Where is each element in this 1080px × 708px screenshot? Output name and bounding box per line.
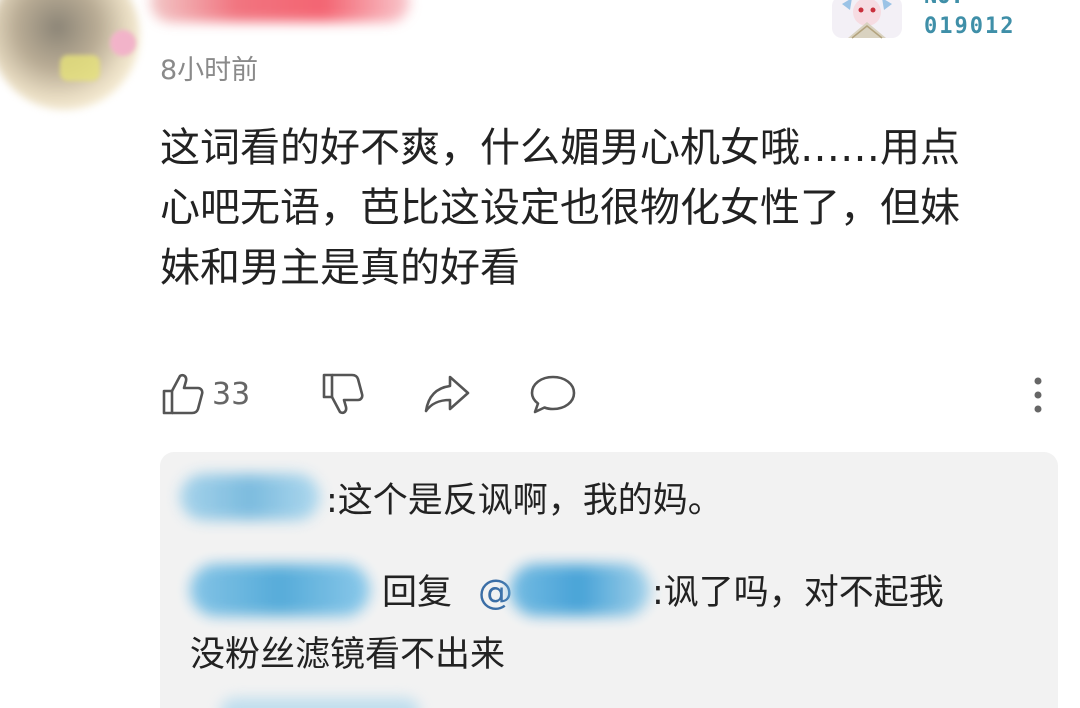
reply-label: 回复 <box>382 573 453 613</box>
comment-timestamp: 8小时前 <box>160 55 259 86</box>
comment-line: 妹和男主是真的好看 <box>160 245 520 291</box>
mention-username-redacted[interactable] <box>510 564 650 616</box>
reply-text-line: 没粉丝滤镜看不出来 <box>190 635 506 675</box>
thumbs-down-icon <box>322 373 364 415</box>
medal-code: 019012 <box>924 14 1016 39</box>
reply-text-line: :讽了吗，对不起我 <box>652 573 944 613</box>
reply-button[interactable] <box>528 366 578 422</box>
comment-line: 心吧无语，芭比这设定也很物化女性了，但妹 <box>160 185 960 231</box>
like-button[interactable]: 33 <box>160 366 250 422</box>
more-options-button[interactable] <box>1028 366 1048 422</box>
username-redacted[interactable] <box>150 0 410 22</box>
comment-action-bar: 33 <box>160 366 1060 422</box>
share-icon <box>424 375 470 413</box>
avatar-badge <box>60 55 100 81</box>
dislike-button[interactable] <box>320 366 366 422</box>
replies-panel: :这个是反讽啊，我的妈。 回复 @ :讽了吗，对不起我 没粉丝滤镜看不出来 <box>160 452 1058 708</box>
reply-username-redacted[interactable] <box>180 474 320 520</box>
thumbs-up-icon <box>162 373 204 415</box>
avatar-decoration <box>110 30 136 56</box>
reply-username-redacted[interactable] <box>190 564 370 616</box>
reply-username-redacted[interactable] <box>220 698 420 708</box>
reply-mention-at[interactable]: @ <box>478 562 513 624</box>
comment-screen: 8小时前 NO. 019012 这词看的好不爽，什么媚男心机女哦……用点 心吧无… <box>0 0 1080 708</box>
comment-icon <box>530 375 576 414</box>
more-vertical-icon <box>1034 377 1042 413</box>
reply-text: :这个是反讽啊，我的妈。 <box>326 481 723 521</box>
comment-content: 这词看的好不爽，什么媚男心机女哦……用点 心吧无语，芭比这设定也很物化女性了，但… <box>160 118 1060 298</box>
comment-line: 这词看的好不爽，什么媚男心机女哦……用点 <box>160 125 960 171</box>
share-button[interactable] <box>422 366 472 422</box>
fan-medal-icon <box>832 0 902 39</box>
medal-label: NO. <box>924 0 964 9</box>
like-count: 33 <box>212 376 251 412</box>
